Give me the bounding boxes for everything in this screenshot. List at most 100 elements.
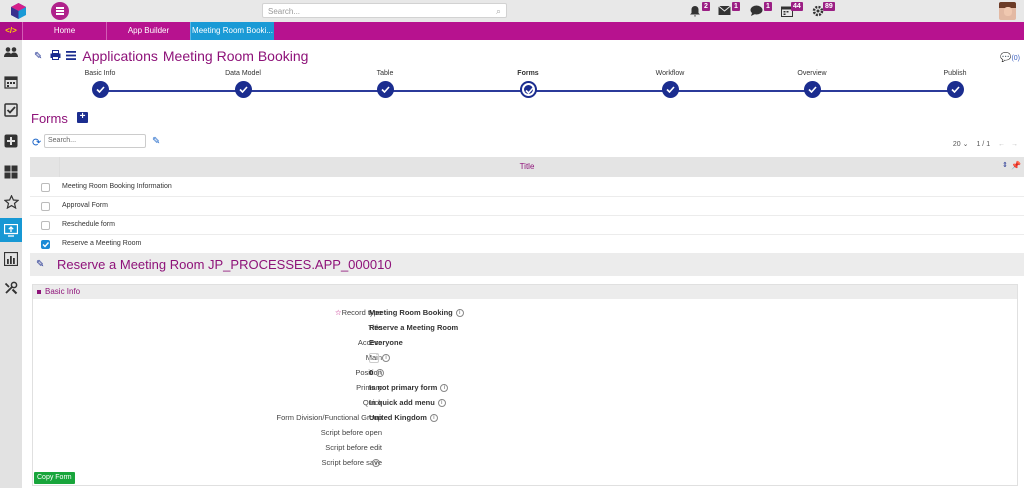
- sidebar-item-tools[interactable]: [0, 276, 22, 300]
- nav-tab-meeting-room-booking[interactable]: Meeting Room Booki...: [190, 22, 274, 40]
- step-label: Workflow: [655, 70, 685, 77]
- calendar-badge: 44: [791, 2, 803, 11]
- nav-tab-app-builder[interactable]: App Builder: [106, 22, 190, 40]
- app-logo-icon[interactable]: [11, 3, 26, 19]
- info-icon[interactable]: i: [437, 399, 446, 408]
- calendar-icon: [4, 76, 18, 89]
- step-data-model[interactable]: Data Model: [203, 70, 283, 98]
- field-value: United Kingdom i: [369, 413, 438, 423]
- pencil-icon[interactable]: ✎: [36, 259, 44, 270]
- page-info: 1 / 1: [976, 141, 991, 148]
- field-label: Script before edit: [325, 443, 382, 452]
- row-title[interactable]: Reserve a Meeting Room: [62, 240, 141, 247]
- chat-icon: [750, 5, 763, 16]
- info-icon[interactable]: i: [429, 414, 438, 423]
- info-icon[interactable]: i: [440, 384, 449, 393]
- info-icon[interactable]: i: [455, 309, 464, 318]
- field-value: Everyone: [369, 338, 403, 347]
- row-checkbox[interactable]: [41, 240, 50, 249]
- row-checkbox[interactable]: [41, 183, 50, 192]
- tools-icon: [4, 281, 18, 295]
- row-checkbox[interactable]: [41, 221, 50, 230]
- page-size-value: 20: [952, 141, 961, 148]
- detail-title: Reserve a Meeting Room JP_PROCESSES.APP_…: [57, 257, 392, 272]
- sidebar-item-favorites[interactable]: [0, 190, 22, 214]
- mail-icon: [718, 5, 731, 15]
- info-icon[interactable]: i: [382, 354, 390, 363]
- row-title[interactable]: Meeting Room Booking Information: [62, 183, 172, 190]
- refresh-icon[interactable]: ⟳: [32, 136, 41, 149]
- nav-tab-home[interactable]: Home: [22, 22, 106, 40]
- copy-form-button[interactable]: Copy Form: [34, 472, 75, 484]
- prev-page-icon[interactable]: ←: [998, 141, 1005, 148]
- column-title[interactable]: Title: [30, 157, 1024, 177]
- panel-title: Basic Info: [45, 287, 81, 296]
- settings-badge: 89: [823, 2, 835, 11]
- edit-icon[interactable]: ✎: [152, 136, 160, 147]
- field-script-before-open: Script before open: [33, 425, 1017, 440]
- bell-icon: [690, 6, 700, 17]
- table-search-placeholder: Search...: [48, 137, 77, 144]
- sidebar-item-reports[interactable]: [0, 247, 22, 271]
- search-icon[interactable]: ⌕: [496, 6, 501, 17]
- sidebar-item-calendar[interactable]: [0, 70, 22, 94]
- bell-badge: 2: [702, 2, 710, 11]
- table-row[interactable]: Reschedule form: [30, 216, 1024, 235]
- field-label: Script before open: [320, 428, 382, 437]
- step-publish[interactable]: Publish: [915, 70, 995, 98]
- sidebar-item-users[interactable]: [0, 40, 22, 64]
- pin-icon[interactable]: 📌: [1011, 161, 1021, 170]
- sidebar-item-add[interactable]: [0, 129, 22, 153]
- table-search-input[interactable]: Search...: [44, 134, 146, 148]
- info-icon[interactable]: i: [376, 369, 385, 378]
- comments-link[interactable]: 💬(0): [1000, 52, 1020, 63]
- required-star-icon: ☆: [334, 308, 342, 317]
- add-form-button[interactable]: +: [77, 112, 88, 123]
- table-row[interactable]: Meeting Room Booking Information: [30, 178, 1024, 197]
- page-title-prefix[interactable]: Applications: [82, 48, 158, 64]
- row-title[interactable]: Approval Form: [62, 202, 108, 209]
- chat-badge: 1: [764, 2, 772, 11]
- wizard-steps: Basic Info Data Model Table Forms Workfl…: [85, 70, 966, 104]
- check-icon: [946, 81, 964, 98]
- sidebar-item-dashboard[interactable]: [0, 160, 22, 184]
- hamburger-menu-icon[interactable]: [66, 50, 77, 62]
- field-value: In quick add menu i: [369, 398, 446, 408]
- developer-mode-toggle[interactable]: </>: [0, 22, 22, 40]
- nav-bar: </> Home App Builder Meeting Room Booki.…: [0, 22, 1024, 40]
- user-avatar[interactable]: [999, 2, 1016, 20]
- check-icon: [376, 81, 394, 98]
- step-table[interactable]: Table: [345, 70, 425, 98]
- step-label: Forms: [517, 70, 539, 77]
- field-script-before-save: Script before save i: [33, 455, 1017, 470]
- next-page-icon[interactable]: →: [1011, 141, 1018, 148]
- step-workflow[interactable]: Workflow: [630, 70, 710, 98]
- field-value: Reserve a Meeting Room: [369, 323, 459, 332]
- page-header: ✎ Applications Meeting Room Booking: [34, 48, 308, 64]
- table-row[interactable]: Approval Form: [30, 197, 1024, 216]
- sidebar-item-tasks[interactable]: [0, 98, 22, 122]
- step-label: Table: [376, 70, 394, 77]
- sort-icon[interactable]: ⇕: [1002, 161, 1008, 169]
- step-forms[interactable]: Forms: [488, 70, 568, 98]
- info-icon[interactable]: i: [372, 459, 380, 468]
- global-search-input[interactable]: Search... ⌕: [262, 3, 507, 18]
- row-checkbox[interactable]: [41, 202, 50, 211]
- page-size-select[interactable]: 20 ⌄: [953, 141, 969, 148]
- main-menu-button[interactable]: [51, 2, 69, 20]
- chart-icon: [4, 252, 18, 266]
- sidebar-item-app-builder[interactable]: [0, 218, 22, 242]
- step-overview[interactable]: Overview: [772, 70, 852, 98]
- row-title[interactable]: Reschedule form: [62, 221, 115, 228]
- field-access: Access Everyone: [33, 335, 1017, 350]
- panel-header[interactable]: Basic Info: [33, 285, 1017, 299]
- plus-square-icon: [4, 134, 18, 148]
- pencil-icon[interactable]: ✎: [34, 51, 42, 62]
- step-basic-info[interactable]: Basic Info: [60, 70, 140, 98]
- page-title: Meeting Room Booking: [162, 48, 309, 64]
- printer-icon[interactable]: [50, 50, 61, 62]
- check-icon: [519, 81, 537, 98]
- main-checkbox[interactable]: [369, 353, 379, 364]
- table-row[interactable]: Reserve a Meeting Room: [30, 235, 1024, 254]
- table-header: Title ⇕ 📌: [30, 157, 1024, 177]
